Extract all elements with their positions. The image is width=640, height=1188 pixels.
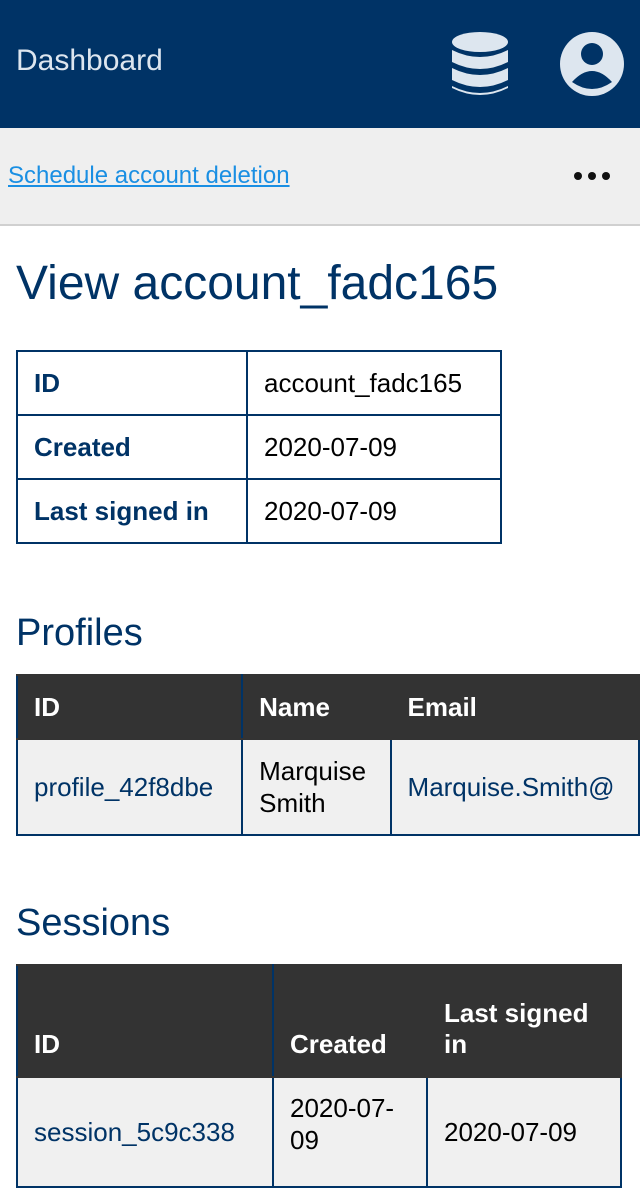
dashboard-link[interactable]: Dashboard <box>16 42 163 80</box>
sessions-heading: Sessions <box>16 902 171 944</box>
table-row: profile_42f8dbe Marquise Smith Marquise.… <box>15 738 640 836</box>
schedule-account-deletion-link[interactable]: Schedule account deletion <box>8 161 290 191</box>
table-row: ID account_fadc165 <box>16 350 502 416</box>
detail-label: Created <box>16 414 248 480</box>
database-icon[interactable] <box>448 30 512 98</box>
session-created-cell: 2020-07-09 <box>272 1076 428 1188</box>
table-row: Last signed in 2020-07-09 <box>16 478 502 544</box>
column-header-id: ID <box>15 674 244 740</box>
more-horizontal-icon[interactable] <box>570 156 614 196</box>
profile-email-cell: Marquise.Smith@ <box>389 738 640 836</box>
profile-email-link[interactable]: Marquise.Smith@ <box>408 772 615 802</box>
detail-value: 2020-07-09 <box>246 478 502 544</box>
column-header-email: Email <box>389 674 640 740</box>
profile-name-cell: Marquise Smith <box>241 738 392 836</box>
table-row: Created 2020-07-09 <box>16 414 502 480</box>
column-header-name: Name <box>241 674 392 740</box>
page-title: View account_fadc165 <box>16 257 499 310</box>
profiles-heading: Profiles <box>16 612 143 654</box>
action-bar: Schedule account deletion <box>0 128 640 226</box>
detail-value: account_fadc165 <box>246 350 502 416</box>
detail-label: ID <box>16 350 248 416</box>
profile-id-cell: profile_42f8dbe <box>15 738 244 836</box>
user-account-icon[interactable] <box>558 30 626 98</box>
detail-label: Last signed in <box>16 478 248 544</box>
session-id-link[interactable]: session_5c9c338 <box>34 1117 235 1147</box>
account-details-table: ID account_fadc165 Created 2020-07-09 La… <box>16 350 502 544</box>
profile-id-link[interactable]: profile_42f8dbe <box>34 772 213 802</box>
session-id-cell: session_5c9c338 <box>16 1076 274 1188</box>
profiles-table: ID Name Email profile_42f8dbe Marquise S… <box>15 674 640 836</box>
column-header-last-signed-in: Last signed in <box>426 964 622 1078</box>
column-header-id: ID <box>16 964 274 1078</box>
sessions-table: ID Created Last signed in session_5c9c33… <box>16 964 622 1188</box>
detail-value: 2020-07-09 <box>246 414 502 480</box>
session-last-signed-in-cell: 2020-07-09 <box>426 1076 622 1188</box>
table-row: session_5c9c338 2020-07-09 2020-07-09 <box>16 1076 622 1188</box>
top-navbar: Dashboard <box>0 0 640 128</box>
table-header-row: ID Name Email <box>15 674 640 740</box>
column-header-created: Created <box>272 964 428 1078</box>
table-header-row: ID Created Last signed in <box>16 964 622 1078</box>
